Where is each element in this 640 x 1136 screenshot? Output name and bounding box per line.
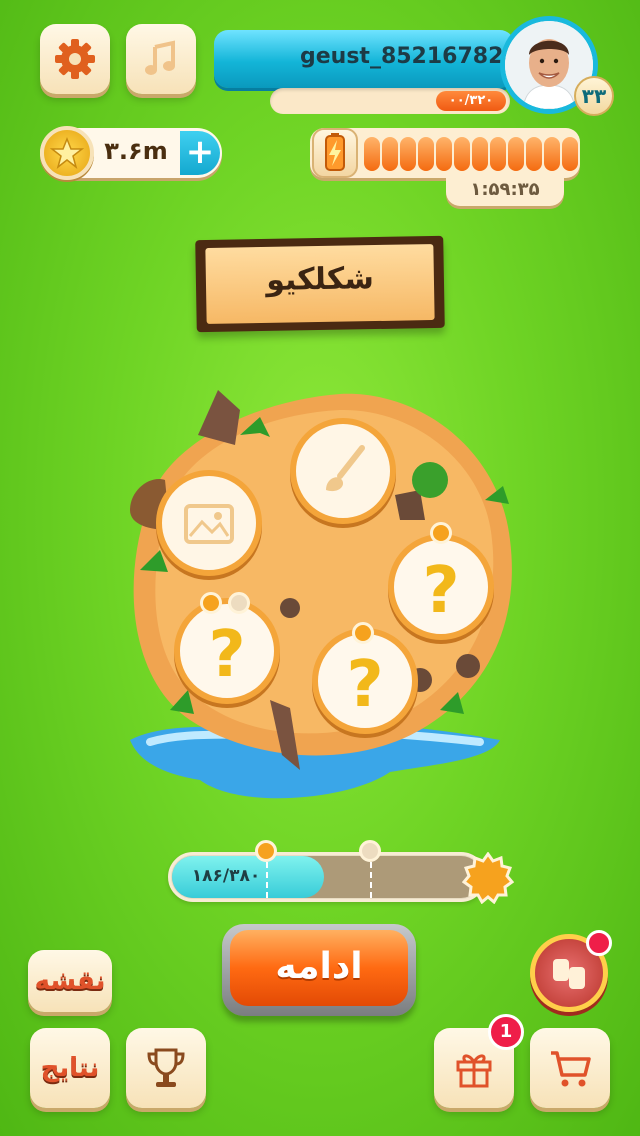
energy-segment <box>526 137 542 171</box>
energy-segment <box>364 137 380 171</box>
progress-milestone-line <box>370 862 372 898</box>
lightning-battery-icon <box>312 128 358 178</box>
image-icon <box>184 504 234 544</box>
energy-segment <box>472 137 488 171</box>
svg-text:?: ? <box>208 618 245 692</box>
star-coin-icon <box>40 126 94 180</box>
music-note-icon <box>145 40 175 75</box>
energy-segment <box>436 137 452 171</box>
continue-button[interactable]: ادامه <box>230 930 408 1006</box>
page-title: شکلکیو <box>265 261 375 298</box>
energy-timer: ۱:۵۹:۳۵ <box>470 179 540 200</box>
cart-button[interactable] <box>530 1028 610 1108</box>
reward-star-marker <box>200 592 222 614</box>
energy-bar <box>364 137 578 171</box>
coin-balance: ۳.۶m <box>104 137 168 165</box>
energy-segment <box>544 137 560 171</box>
energy-segment <box>508 137 524 171</box>
energy-segment <box>490 137 506 171</box>
progress-milestone-star <box>359 840 381 862</box>
brush-icon <box>326 445 365 492</box>
level-node-locked-3[interactable]: ? <box>388 534 494 640</box>
username-label: geust_85216782 <box>300 44 504 69</box>
energy-segment <box>400 137 416 171</box>
energy-segment <box>454 137 470 171</box>
energy-segment <box>382 137 398 171</box>
gift-icon <box>456 1054 492 1088</box>
level-node-locked-1[interactable]: ? <box>174 598 280 704</box>
question-mark-icon: ? <box>208 618 245 692</box>
question-mark-icon: ? <box>346 648 383 722</box>
progress-milestone-line <box>266 862 268 898</box>
svg-text:?: ? <box>422 554 459 628</box>
xp-progress-text: ۰۰/۳۲۰ <box>448 93 494 108</box>
trophy-icon <box>147 1048 185 1087</box>
level-node-image[interactable] <box>156 470 262 576</box>
reward-badge-icon[interactable] <box>462 852 514 904</box>
reward-star-marker <box>352 622 374 644</box>
question-mark-icon: ? <box>422 554 459 628</box>
level-node-locked-2[interactable]: ? <box>312 628 418 734</box>
level-node-brush[interactable] <box>290 418 396 524</box>
music-button[interactable] <box>126 24 196 94</box>
results-button[interactable]: نتایج <box>30 1028 110 1108</box>
energy-segment <box>418 137 434 171</box>
gift-count-badge: 1 <box>488 1014 524 1050</box>
notification-dot <box>586 930 612 956</box>
gear-icon <box>55 39 95 79</box>
progress-milestone-star <box>255 840 277 862</box>
map-button[interactable]: نقشه <box>28 950 112 1012</box>
level-badge: ۳۳ <box>574 76 614 116</box>
reward-star-marker <box>430 522 452 544</box>
reward-star-marker <box>228 592 250 614</box>
cart-icon <box>551 1051 591 1087</box>
trophy-button[interactable] <box>126 1028 206 1108</box>
progress-text: ۱۸۶/۳۸۰ <box>191 866 261 886</box>
svg-text:?: ? <box>346 648 383 722</box>
settings-button[interactable] <box>40 24 110 94</box>
energy-segment <box>562 137 578 171</box>
